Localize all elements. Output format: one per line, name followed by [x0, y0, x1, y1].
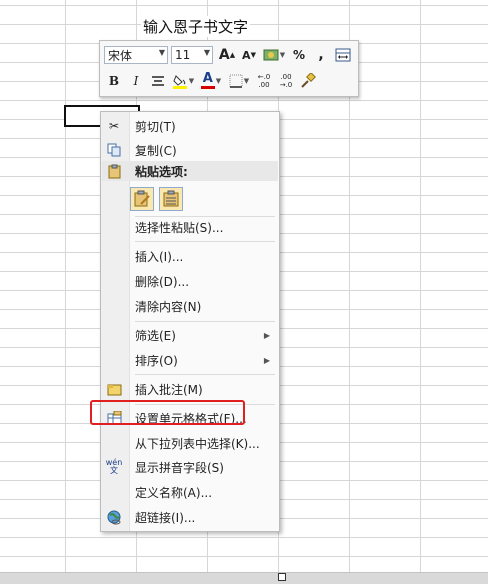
- comma-button[interactable]: ,: [311, 45, 331, 65]
- menu-item-hyperlink[interactable]: 超链接(I)...: [101, 507, 279, 527]
- chevron-down-icon: ▼: [188, 77, 195, 85]
- paint-bucket-icon: [172, 75, 187, 89]
- caret-up-icon: ▲: [229, 51, 236, 59]
- align-center-icon: [152, 76, 164, 86]
- shrink-font-button[interactable]: A ▼: [239, 45, 259, 65]
- context-menu: ✂ 剪切(T) 复制(C) 粘贴选项: 选择性粘贴(S)... 插入(I)...…: [100, 111, 280, 532]
- font-color-swatch: [200, 86, 215, 89]
- comment-icon: [106, 381, 122, 397]
- font-size-value: 11: [175, 48, 191, 62]
- percent-button[interactable]: %: [289, 45, 309, 65]
- submenu-arrow-icon: ▶: [263, 355, 270, 365]
- menu-item-paste-special[interactable]: 选择性粘贴(S)...: [101, 217, 279, 237]
- border-icon: [229, 74, 243, 88]
- menu-item-insert-comment[interactable]: 插入批注(M): [101, 379, 279, 399]
- menu-item-insert[interactable]: 插入(I)...: [101, 246, 279, 266]
- chevron-down-icon: ▼: [203, 48, 210, 57]
- menu-item-define-name[interactable]: 定义名称(A)...: [101, 482, 279, 502]
- menu-item-cut[interactable]: ✂ 剪切(T): [101, 116, 279, 136]
- menu-item-filter[interactable]: 筛选(E) ▶: [101, 325, 279, 345]
- paste-option-buttons: [130, 187, 183, 211]
- menu-item-copy[interactable]: 复制(C): [101, 140, 279, 160]
- menu-separator: [135, 321, 275, 322]
- cell-content: 输入恩子书文字: [141, 16, 251, 37]
- chevron-down-icon: ▼: [279, 51, 286, 59]
- menu-item-pick-from-list[interactable]: 从下拉列表中选择(K)...: [101, 433, 279, 453]
- phonetic-icon: wén 文: [105, 458, 123, 475]
- borders-button[interactable]: ▼: [226, 71, 252, 91]
- format-cells-highlight-box: [90, 400, 245, 425]
- paste-icon: [134, 190, 150, 207]
- center-align-button[interactable]: [148, 71, 168, 91]
- bold-button[interactable]: B: [104, 71, 124, 91]
- currency-icon: [263, 49, 279, 61]
- menu-separator: [135, 241, 275, 242]
- chevron-down-icon: ▼: [215, 77, 222, 85]
- menu-separator: [135, 374, 275, 375]
- menu-item-sort[interactable]: 排序(O) ▶: [101, 350, 279, 370]
- menu-item-delete[interactable]: 删除(D)...: [101, 271, 279, 291]
- grow-font-button[interactable]: A ▲: [217, 45, 237, 65]
- italic-button[interactable]: I: [126, 71, 146, 91]
- status-bar: [0, 572, 488, 584]
- merge-cells-icon: [335, 48, 351, 62]
- menu-item-show-phonetic[interactable]: wén 文 显示拼音字段(S): [101, 457, 279, 477]
- submenu-arrow-icon: ▶: [263, 330, 270, 340]
- fill-color-button[interactable]: ▼: [170, 71, 196, 91]
- merge-center-button[interactable]: [333, 45, 353, 65]
- accounting-format-button[interactable]: ▼: [261, 45, 287, 65]
- scissors-icon: ✂: [108, 119, 120, 133]
- menu-item-clear-contents[interactable]: 清除内容(N): [101, 296, 279, 316]
- hyperlink-globe-icon: [106, 509, 122, 525]
- mini-toolbar: 宋体 ▼ 11 ▼ A ▲ A ▼ ▼ % , B I ▼ A ▼ ▼ ←.0 …: [99, 40, 359, 97]
- paintbrush-icon: [301, 73, 316, 88]
- chevron-down-icon: ▼: [243, 77, 250, 85]
- copy-icon: [106, 142, 122, 158]
- decrease-decimal-button[interactable]: .00 →.0: [276, 71, 296, 91]
- paste-values-icon: [163, 190, 179, 207]
- paste-options-header: 粘贴选项:: [101, 161, 279, 181]
- increase-decimal-button[interactable]: ←.0.00: [254, 71, 274, 91]
- chevron-down-icon: ▼: [158, 48, 165, 57]
- font-size-combo[interactable]: 11 ▼: [171, 46, 213, 64]
- format-painter-button[interactable]: [298, 71, 318, 91]
- font-name-value: 宋体: [108, 48, 133, 63]
- paste-default-button[interactable]: [130, 187, 154, 211]
- paste-values-button[interactable]: [159, 187, 183, 211]
- resize-handle[interactable]: [278, 573, 286, 581]
- font-color-button[interactable]: A ▼: [198, 71, 224, 91]
- caret-down-icon: ▼: [250, 51, 256, 59]
- clipboard-icon: [106, 163, 122, 179]
- font-name-combo[interactable]: 宋体 ▼: [104, 46, 168, 64]
